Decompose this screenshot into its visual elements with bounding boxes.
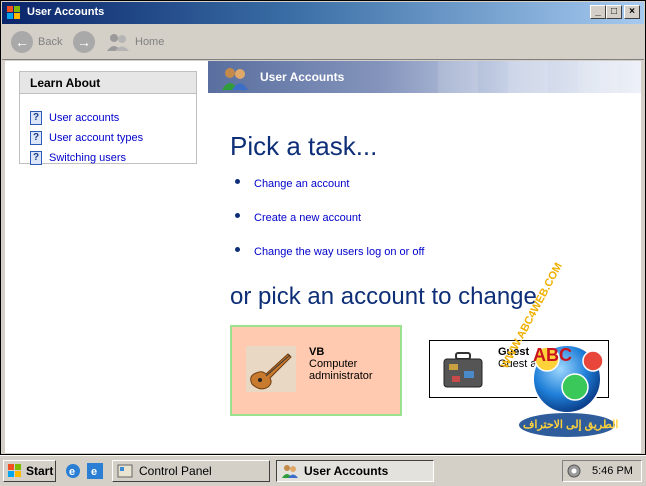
network-icon[interactable] — [566, 463, 582, 479]
back-arrow-icon: ← — [11, 31, 33, 53]
home-label: Home — [135, 36, 165, 48]
back-label: Back — [38, 36, 63, 48]
bullet-icon — [235, 246, 240, 252]
banner-block — [578, 61, 618, 93]
task-label: Create a new account — [254, 212, 362, 224]
title-bar[interactable]: User Accounts _ □ × — [2, 2, 644, 24]
bullet-icon — [235, 212, 240, 218]
close-button[interactable]: × — [624, 5, 640, 19]
bullet-icon — [235, 178, 240, 184]
taskbar-item-label: User Accounts — [304, 464, 389, 478]
taskbar-item-user-accounts[interactable]: User Accounts — [276, 460, 434, 482]
pick-account-heading: or pick an account to change — [230, 283, 537, 310]
banner-title: User Accounts — [260, 70, 345, 84]
banner-block — [508, 61, 548, 93]
learn-item-user-account-types[interactable]: ? User account types — [30, 130, 143, 146]
learn-item-user-accounts[interactable]: ? User accounts — [30, 110, 119, 126]
abc4web-watermark: ABC WWW.ABC4WEB.COM الطريق إلى الاحتراف — [495, 261, 635, 451]
task-label: Change the way users log on or off — [254, 246, 425, 258]
logo-letter-a: ABC — [533, 345, 572, 365]
clock: 5:46 PM — [592, 465, 633, 477]
system-tray: 5:46 PM — [562, 460, 642, 482]
windows-logo-icon — [8, 464, 21, 477]
home-button[interactable]: Home — [106, 30, 164, 54]
learn-about-title: Learn About — [20, 72, 196, 94]
back-button[interactable]: ← Back — [11, 30, 62, 54]
forward-button[interactable]: → — [73, 30, 100, 54]
svg-text:e: e — [91, 466, 97, 478]
task-create-account[interactable]: Create a new account — [235, 212, 361, 224]
task-change-logon[interactable]: Change the way users log on or off — [235, 246, 424, 258]
header-banner: User Accounts — [208, 61, 641, 93]
guitar-icon — [246, 346, 296, 392]
help-icon: ? — [30, 151, 42, 165]
toolbar: ← Back → Home — [2, 24, 644, 60]
user-accounts-window: User Accounts _ □ × ← Back → Home Learn … — [0, 0, 646, 455]
control-panel-icon — [117, 464, 133, 478]
suitcase-icon — [443, 352, 483, 388]
pick-task-heading: Pick a task... — [230, 131, 378, 161]
maximize-button[interactable]: □ — [606, 5, 622, 19]
taskbar-item-control-panel[interactable]: Control Panel — [112, 460, 270, 482]
account-type: administrator — [309, 370, 373, 382]
task-label: Change an account — [254, 178, 350, 190]
help-icon: ? — [30, 111, 42, 125]
taskbar: Start e e Control Panel User Accounts 5:… — [0, 455, 646, 486]
account-type: Computer — [309, 358, 358, 370]
svg-text:e: e — [69, 466, 75, 478]
ie-icon-2[interactable]: e — [86, 462, 104, 480]
windows-logo-icon — [7, 6, 20, 19]
user-accounts-icon — [282, 465, 298, 478]
account-name: VB — [309, 346, 325, 358]
window-title: User Accounts — [27, 6, 105, 18]
learn-item-label: User account types — [49, 132, 144, 144]
ie-icon[interactable]: e — [64, 462, 82, 480]
start-label: Start — [26, 464, 54, 478]
learn-item-label: User accounts — [49, 112, 120, 124]
learn-item-switching-users[interactable]: ? Switching users — [30, 150, 126, 166]
user-accounts-icon — [222, 68, 248, 90]
banner-block — [438, 61, 478, 93]
main-content: Learn About ? User accounts ? User accou… — [5, 61, 641, 453]
minimize-button[interactable]: _ — [590, 5, 606, 19]
taskbar-item-label: Control Panel — [139, 464, 212, 478]
home-users-icon — [107, 34, 129, 51]
task-change-account[interactable]: Change an account — [235, 178, 349, 190]
account-vb[interactable]: VB Computer administrator — [230, 325, 402, 416]
start-button[interactable]: Start — [3, 460, 56, 482]
learn-item-label: Switching users — [49, 152, 127, 164]
learn-about-panel: Learn About ? User accounts ? User accou… — [19, 71, 197, 166]
watermark-arabic: الطريق إلى الاحتراف — [523, 419, 619, 431]
forward-arrow-icon: → — [73, 31, 95, 53]
help-icon: ? — [30, 131, 42, 145]
